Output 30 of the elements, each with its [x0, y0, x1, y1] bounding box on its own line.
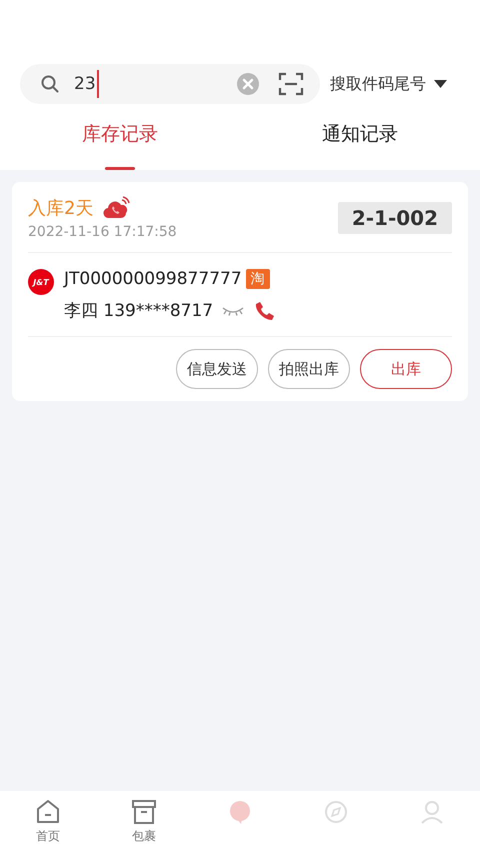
chat-icon	[227, 799, 253, 825]
compass-icon	[323, 799, 349, 825]
action-button[interactable]: 出库	[360, 349, 452, 389]
closed-eye-icon[interactable]	[221, 304, 246, 316]
clear-icon[interactable]	[236, 72, 260, 96]
action-button[interactable]: 拍照出库	[268, 349, 350, 389]
recipient-info: 李四 139****8717	[64, 300, 214, 322]
carrier-logo: J&T	[28, 269, 54, 295]
search-mode-dropdown[interactable]: 搜取件码尾号	[330, 74, 447, 94]
tracking-number: JT000000099877777	[64, 269, 242, 289]
caret-icon	[434, 80, 447, 88]
phone-icon[interactable]	[253, 300, 276, 322]
person-icon	[419, 799, 445, 825]
tab[interactable]: 通知记录	[240, 104, 480, 170]
scan-icon[interactable]	[278, 72, 304, 96]
search-value: 23	[74, 74, 96, 94]
search-icon	[40, 74, 60, 94]
home-icon	[35, 799, 61, 825]
source-tag: 淘	[246, 269, 270, 289]
tab[interactable]: 库存记录	[0, 104, 240, 170]
storage-age: 入库2天	[28, 197, 94, 220]
cloud-phone-icon	[103, 196, 132, 220]
storage-time: 2022-11-16 17:17:58	[28, 224, 177, 240]
action-button[interactable]: 信息发送	[176, 349, 258, 389]
text-cursor	[96, 70, 99, 98]
nav-item[interactable]: 首页	[0, 791, 96, 853]
box-icon	[131, 799, 157, 825]
nav-item[interactable]: 包裹	[96, 791, 192, 853]
shelf-code: 2-1-002	[338, 202, 452, 234]
search-field[interactable]: 23	[20, 64, 320, 104]
